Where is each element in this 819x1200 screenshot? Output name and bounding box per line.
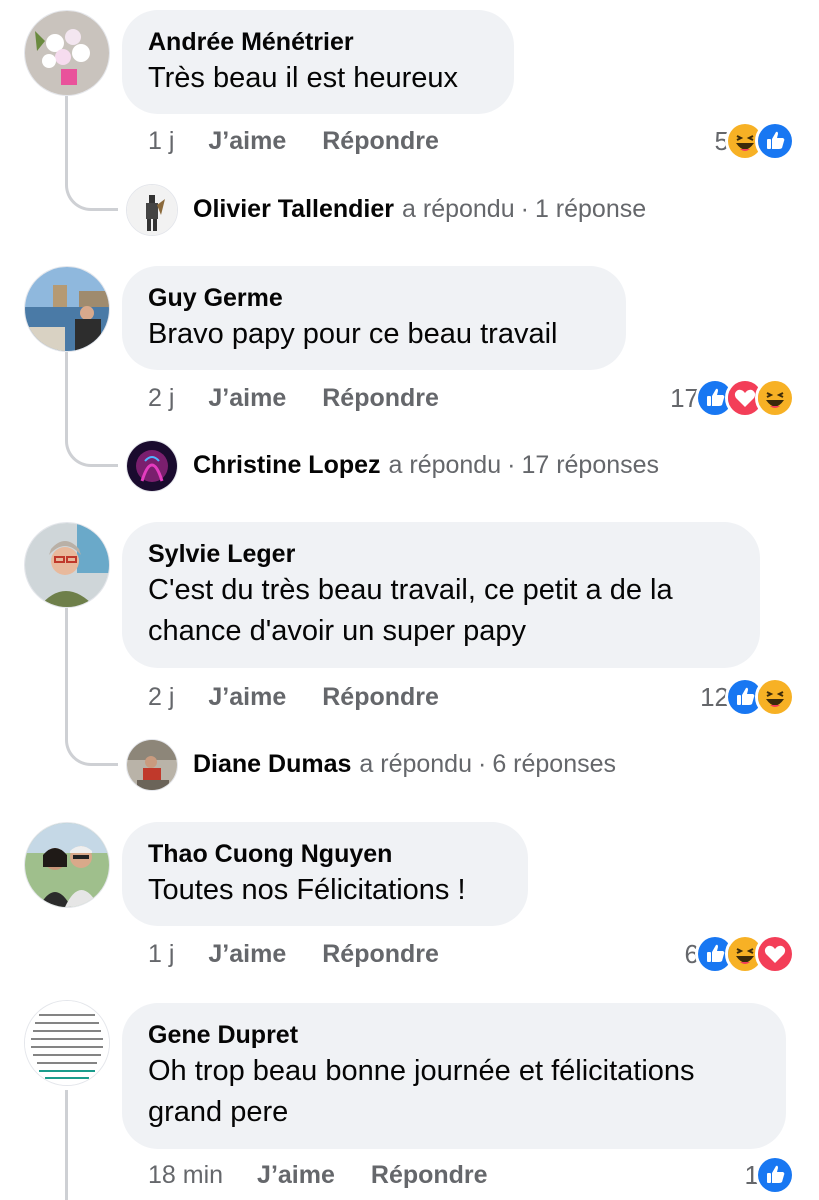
comment-time[interactable]: 2 j bbox=[148, 384, 174, 413]
reply-button[interactable]: Répondre bbox=[322, 384, 439, 413]
comment-bubble: Guy Germe Bravo papy pour ce beau travai… bbox=[122, 266, 626, 370]
comment-author[interactable]: Gene Dupret bbox=[148, 1019, 760, 1051]
reaction-summary[interactable]: 1 bbox=[745, 1155, 795, 1195]
comment-text: grand pere bbox=[148, 1096, 289, 1128]
comment-actions: 2 j J’aime Répondre bbox=[148, 381, 439, 415]
reply-count: 1 réponse bbox=[534, 194, 647, 223]
comment-bubble: Sylvie Leger C'est du très beau travail,… bbox=[122, 522, 760, 668]
reply-count: 6 réponses bbox=[492, 749, 617, 778]
comment-actions: 1 j J’aime Répondre bbox=[148, 937, 439, 971]
comment-author[interactable]: Sylvie Leger bbox=[148, 538, 734, 570]
comment-time[interactable]: 1 j bbox=[148, 127, 174, 156]
reaction-summary[interactable]: 12 bbox=[700, 677, 795, 717]
reply-button[interactable]: Répondre bbox=[371, 1161, 488, 1190]
reaction-summary[interactable]: 5 bbox=[715, 121, 795, 161]
replies-summary[interactable]: Olivier Tallendier a répondu · 1 réponse bbox=[193, 189, 646, 229]
thread-connector bbox=[65, 352, 118, 467]
avatar[interactable] bbox=[126, 739, 178, 791]
comment-text: Toutes nos Félicitations ! bbox=[148, 874, 466, 906]
avatar[interactable] bbox=[24, 10, 110, 96]
reaction-summary[interactable]: 6 bbox=[685, 934, 795, 974]
haha-reaction-icon bbox=[755, 677, 795, 717]
reply-button[interactable]: Répondre bbox=[322, 940, 439, 969]
reply-verb: a répondu bbox=[359, 749, 472, 778]
comment-author[interactable]: Andrée Ménétrier bbox=[148, 26, 488, 58]
thread-connector bbox=[65, 608, 118, 766]
reply-verb: a répondu bbox=[402, 194, 515, 223]
reply-count: 17 réponses bbox=[521, 450, 660, 479]
separator-dot: · bbox=[478, 749, 487, 778]
replies-summary[interactable]: Christine Lopez a répondu · 17 réponses bbox=[193, 445, 659, 485]
thread-connector bbox=[65, 96, 118, 211]
comment-time[interactable]: 1 j bbox=[148, 940, 174, 969]
reply-author[interactable]: Olivier Tallendier bbox=[193, 195, 394, 224]
like-button[interactable]: J’aime bbox=[257, 1161, 335, 1190]
reply-verb: a répondu bbox=[388, 450, 502, 479]
replies-summary[interactable]: Diane Dumas a répondu · 6 réponses bbox=[193, 744, 616, 784]
comment-actions: 2 j J’aime Répondre bbox=[148, 680, 439, 714]
separator-dot: · bbox=[520, 194, 529, 223]
comment-text: C'est du très beau travail, ce petit a d… bbox=[148, 574, 673, 606]
thread-connector bbox=[65, 1090, 68, 1200]
like-reaction-icon bbox=[755, 1155, 795, 1195]
comment-text: Bravo papy pour ce beau travail bbox=[148, 318, 558, 350]
comment-time[interactable]: 2 j bbox=[148, 683, 174, 712]
reply-button[interactable]: Répondre bbox=[322, 127, 439, 156]
comment-author[interactable]: Guy Germe bbox=[148, 282, 600, 314]
separator-dot: · bbox=[507, 450, 516, 479]
haha-reaction-icon bbox=[755, 378, 795, 418]
comment-text: Très beau il est heureux bbox=[148, 62, 459, 94]
comment-actions: 18 min J’aime Répondre bbox=[148, 1158, 488, 1192]
comment-actions: 1 j J’aime Répondre bbox=[148, 124, 439, 158]
comment-author[interactable]: Thao Cuong Nguyen bbox=[148, 838, 502, 870]
comment-bubble: Thao Cuong Nguyen Toutes nos Félicitatio… bbox=[122, 822, 528, 926]
reaction-summary[interactable]: 17 bbox=[670, 378, 795, 418]
like-button[interactable]: J’aime bbox=[208, 683, 286, 712]
comment-time[interactable]: 18 min bbox=[148, 1161, 223, 1190]
like-reaction-icon bbox=[755, 121, 795, 161]
comment-text: chance d'avoir un super papy bbox=[148, 615, 526, 647]
reply-author[interactable]: Diane Dumas bbox=[193, 750, 351, 779]
avatar[interactable] bbox=[24, 1000, 110, 1086]
avatar[interactable] bbox=[126, 184, 178, 236]
comment-bubble: Gene Dupret Oh trop beau bonne journée e… bbox=[122, 1003, 786, 1149]
comment-bubble: Andrée Ménétrier Très beau il est heureu… bbox=[122, 10, 514, 114]
avatar[interactable] bbox=[24, 266, 110, 352]
love-reaction-icon bbox=[755, 934, 795, 974]
like-button[interactable]: J’aime bbox=[208, 384, 286, 413]
avatar[interactable] bbox=[126, 440, 178, 492]
avatar[interactable] bbox=[24, 822, 110, 908]
avatar[interactable] bbox=[24, 522, 110, 608]
like-button[interactable]: J’aime bbox=[208, 940, 286, 969]
like-button[interactable]: J’aime bbox=[208, 127, 286, 156]
reply-author[interactable]: Christine Lopez bbox=[193, 451, 381, 480]
reply-button[interactable]: Répondre bbox=[322, 683, 439, 712]
comment-text: Oh trop beau bonne journée et félicitati… bbox=[148, 1055, 695, 1087]
